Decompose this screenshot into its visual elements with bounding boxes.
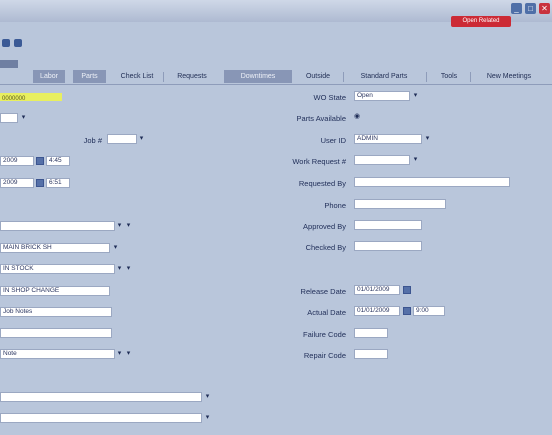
parts-available-label: Parts Available — [296, 114, 346, 123]
tab-requests[interactable]: Requests — [168, 70, 216, 83]
tab-new-meetings[interactable]: New Meetings — [474, 70, 544, 83]
open-related-button[interactable]: Open Related — [451, 16, 511, 27]
start-time-field[interactable]: 4:45 — [46, 156, 70, 166]
wide-field-2[interactable] — [0, 413, 202, 423]
wo-state-dropdown-icon[interactable]: ▾ — [412, 92, 419, 100]
asset-dropdown-icon-2[interactable]: ▾ — [112, 244, 119, 252]
failure-code-field[interactable] — [354, 328, 388, 338]
wide-dropdown-icon-1[interactable]: ▾ — [204, 393, 211, 401]
failure-code-label: Failure Code — [303, 330, 346, 339]
tab-parts[interactable]: Parts — [73, 70, 106, 83]
wide-dropdown-icon-2[interactable]: ▾ — [204, 414, 211, 422]
priority-field[interactable] — [0, 113, 18, 123]
start-date-field[interactable]: 2009 — [0, 156, 34, 166]
tab-downtimes[interactable]: Downtimes — [224, 70, 292, 83]
requested-by-label: Requested By — [298, 179, 346, 188]
tab-tools[interactable]: Tools — [432, 70, 466, 83]
tab-outside[interactable]: Outside — [296, 70, 340, 83]
repair-code-label: Repair Code — [303, 351, 346, 360]
note-dropdown-icon[interactable]: ▾ — [116, 350, 123, 358]
asset-dropdown-icon-1[interactable]: ▾ — [116, 222, 123, 230]
actual-date-calendar-icon[interactable] — [403, 307, 411, 315]
checked-by-label: Checked By — [305, 243, 346, 252]
user-id-label: User ID — [320, 136, 346, 145]
tab-labor[interactable]: Labor — [33, 70, 65, 83]
end-time-field[interactable]: 6:51 — [46, 178, 70, 188]
job-label: Job # — [83, 136, 102, 145]
wo-state-select[interactable]: Open — [354, 91, 410, 101]
asset-dropdown-icon-3[interactable]: ▾ — [116, 265, 123, 273]
release-date-field[interactable]: 01/01/2009 — [354, 285, 400, 295]
asset-field-3[interactable]: IN STOCK — [0, 264, 115, 274]
actual-date-field[interactable]: 01/01/2009 — [354, 306, 400, 316]
wide-field-1[interactable] — [0, 392, 202, 402]
actual-date-label: Actual Date — [307, 308, 346, 317]
job-dropdown-icon[interactable]: ▾ — [138, 135, 145, 143]
actual-time-field[interactable]: 9:00 — [413, 306, 445, 316]
requested-by-field[interactable] — [354, 177, 510, 187]
release-date-calendar-icon[interactable] — [403, 286, 411, 294]
minimize-icon[interactable]: _ — [511, 3, 522, 14]
priority-dropdown-icon[interactable]: ▾ — [20, 114, 27, 122]
work-order-id-field: 0000000 — [0, 93, 62, 102]
asset-field-1[interactable] — [0, 221, 115, 231]
end-date-field[interactable]: 2009 — [0, 178, 34, 188]
note-lookup-icon[interactable]: ▾ — [125, 350, 132, 358]
location-field-2[interactable]: Job Notes — [0, 307, 112, 317]
work-request-label: Work Request # — [292, 157, 346, 166]
record-nav[interactable] — [0, 60, 18, 68]
wo-state-label: WO State — [313, 93, 346, 102]
tab-check-list[interactable]: Check List — [112, 70, 162, 83]
work-request-dropdown-icon[interactable]: ▾ — [412, 156, 419, 164]
asset-field-2[interactable]: MAIN BRICK SH — [0, 243, 110, 253]
approved-by-field[interactable] — [354, 220, 422, 230]
refresh-icon[interactable] — [14, 39, 22, 47]
work-request-select[interactable] — [354, 155, 410, 165]
work-order-id-value: 0000000 — [2, 96, 26, 102]
save-icon[interactable] — [2, 39, 10, 47]
maximize-icon[interactable]: □ — [525, 3, 536, 14]
tab-stub[interactable] — [0, 70, 12, 83]
repair-code-field[interactable] — [354, 349, 388, 359]
end-date-calendar-icon[interactable] — [36, 179, 44, 187]
checked-by-field[interactable] — [354, 241, 422, 251]
location-field-3[interactable] — [0, 328, 112, 338]
note-field[interactable]: Note — [0, 349, 115, 359]
tab-bar: Labor Parts Check List Requests Downtime… — [0, 70, 552, 85]
tab-standard-parts[interactable]: Standard Parts — [348, 70, 420, 83]
phone-field[interactable] — [354, 199, 446, 209]
close-icon[interactable]: ✕ — [539, 3, 550, 14]
toolbar — [0, 34, 552, 52]
parts-available-radio[interactable]: ◉ — [352, 113, 362, 121]
job-field[interactable] — [107, 134, 137, 144]
user-id-field[interactable]: ADMIN — [354, 134, 422, 144]
phone-label: Phone — [324, 201, 346, 210]
start-date-calendar-icon[interactable] — [36, 157, 44, 165]
location-field-1[interactable]: IN SHOP CHANGE — [0, 286, 110, 296]
user-id-dropdown-icon[interactable]: ▾ — [424, 135, 431, 143]
asset-lookup-icon-3[interactable]: ▾ — [125, 265, 132, 273]
asset-lookup-icon-1[interactable]: ▾ — [125, 222, 132, 230]
release-date-label: Release Date — [300, 287, 346, 296]
approved-by-label: Approved By — [303, 222, 346, 231]
